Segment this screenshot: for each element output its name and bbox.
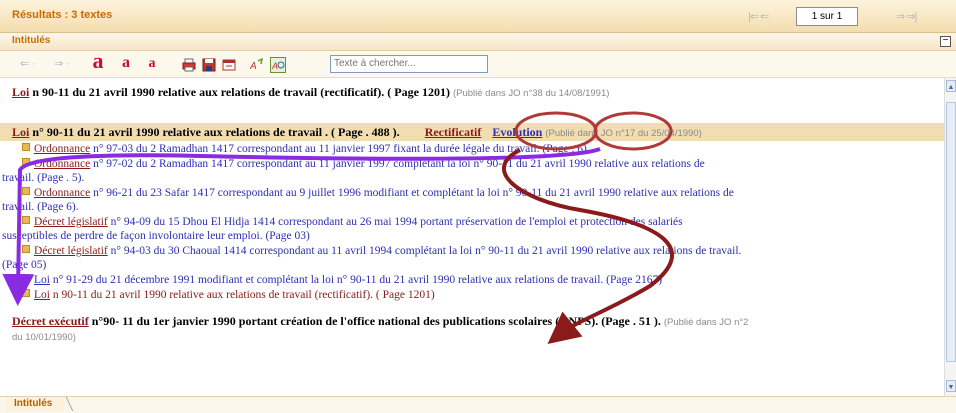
bottom-tab-bar: Intitulés xyxy=(0,396,956,413)
list-item: Ordonnance n° 97-03 du 2 Ramadhan 1417 c… xyxy=(22,142,938,156)
print-icon[interactable] xyxy=(182,58,196,72)
list-item-continuation: (Page 05) xyxy=(2,259,47,271)
subitem-type-link[interactable]: Ordonnance xyxy=(34,158,90,170)
entry-2-type-link[interactable]: Loi xyxy=(12,125,29,139)
back-arrow-icon[interactable]: ⇐ · xyxy=(14,55,42,73)
font-increase-icon[interactable]: a xyxy=(88,50,108,72)
bullet-icon xyxy=(22,289,30,297)
forward-arrow-icon[interactable]: ⇒ · xyxy=(48,55,76,73)
subitem-type-link[interactable]: Loi xyxy=(34,274,50,286)
bullet-icon xyxy=(22,187,30,195)
list-item: Loi n 90-11 du 21 avril 1990 relative au… xyxy=(22,288,938,302)
result-entry-1: Loi n 90-11 du 21 avril 1990 relative au… xyxy=(12,85,938,101)
font-decrease-icon[interactable]: a xyxy=(144,55,160,73)
subitem-type-link[interactable]: Décret législatif xyxy=(34,245,108,257)
save-icon[interactable] xyxy=(202,58,216,72)
subitem-type-link[interactable]: Décret législatif xyxy=(34,216,108,228)
svg-text:A: A xyxy=(271,61,278,71)
scroll-down-icon[interactable]: ▼ xyxy=(946,380,956,392)
subitem-text: n 90-11 du 21 avril 1990 relative aux re… xyxy=(49,289,435,301)
subitem-text: n° 94-03 du 30 Chaoual 1414 correspondan… xyxy=(107,245,742,257)
list-item-continuation: travail. (Page . 5). xyxy=(2,172,85,184)
subitem-type-link[interactable]: Ordonnance xyxy=(34,187,90,199)
list-item: Ordonnance n° 96-21 du 23 Safar 1417 cor… xyxy=(22,186,938,200)
subitem-text: n° 97-02 du 2 Ramadhan 1417 correspondan… xyxy=(90,158,705,170)
entry-1-text: n 90-11 du 21 avril 1990 relative aux re… xyxy=(29,85,450,99)
list-item: Ordonnance n° 97-02 du 2 Ramadhan 1417 c… xyxy=(22,157,938,171)
results-list: Loi n 90-11 du 21 avril 1990 relative au… xyxy=(0,78,944,396)
list-item-continuation: susceptibles de perdre de façon involont… xyxy=(2,230,310,242)
list-item: Loi n° 91-29 du 21 décembre 1991 modifia… xyxy=(22,273,938,287)
subitem-type-link[interactable]: Ordonnance xyxy=(34,143,90,155)
bullet-icon xyxy=(22,216,30,224)
subitem-text: n° 94-09 du 15 Dhou El Hidja 1414 corres… xyxy=(107,216,683,228)
results-title: Résultats : 3 textes xyxy=(12,9,113,21)
first-prev-page-icon[interactable]: |⇐ ⇐ xyxy=(748,10,769,23)
entry-3-text: n°90- 11 du 1er janvier 1990 portant cré… xyxy=(88,314,661,328)
vertical-scrollbar[interactable]: ▲ ▼ xyxy=(944,78,956,396)
entry-3-publication-date: du 10/01/1990) xyxy=(12,332,76,343)
entry-1-publication: (Publié dans JO n°38 du 14/08/1991) xyxy=(452,88,610,99)
page-indicator: 1 sur 1 xyxy=(796,7,858,26)
search-input[interactable] xyxy=(330,55,488,73)
list-item: Décret législatif n° 94-09 du 15 Dhou El… xyxy=(22,215,938,229)
highlight-search-icon[interactable]: A xyxy=(250,58,264,72)
subitem-type-link[interactable]: Loi xyxy=(34,289,50,301)
entry-3-type-link[interactable]: Décret exécutif xyxy=(12,314,89,328)
entry-2-publication: (Publié dans JO n°17 du 25/04/1990) xyxy=(545,128,702,139)
entry-1-type-link[interactable]: Loi xyxy=(12,85,29,99)
entry-3-publication-cont: du 10/01/1990) xyxy=(12,329,938,345)
svg-text:A: A xyxy=(250,61,257,72)
next-last-page-icon[interactable]: ⇒ ⇒| xyxy=(896,10,917,23)
intitules-header: Intitulés − xyxy=(0,33,956,51)
font-normal-icon[interactable]: a xyxy=(118,54,134,72)
subitem-text: n° 91-29 du 21 décembre 1991 modifiant e… xyxy=(49,274,663,286)
evolution-link[interactable]: Evolution xyxy=(492,125,542,139)
window-icon[interactable] xyxy=(222,58,236,72)
result-entry-3: Décret exécutif n°90- 11 du 1er janvier … xyxy=(12,314,938,330)
rectificatif-link[interactable]: Rectificatif xyxy=(425,125,482,139)
bullet-icon xyxy=(22,245,30,253)
subitem-text: n° 97-03 du 2 Ramadhan 1417 correspondan… xyxy=(90,143,590,155)
subitem-text: n° 96-21 du 23 Safar 1417 correspondant … xyxy=(90,187,734,199)
results-bar: Résultats : 3 textes |⇐ ⇐ 1 sur 1 ⇒ ⇒| xyxy=(0,0,956,33)
bullet-icon xyxy=(22,143,30,151)
bullet-icon xyxy=(22,158,30,166)
collapse-icon[interactable]: − xyxy=(940,36,951,47)
list-item: Décret législatif n° 94-03 du 30 Chaoual… xyxy=(22,244,938,258)
scroll-thumb[interactable] xyxy=(946,102,956,362)
scroll-up-icon[interactable]: ▲ xyxy=(946,80,956,92)
list-item-continuation: travail. (Page 6). xyxy=(2,201,79,213)
tab-intitules[interactable]: Intitulés xyxy=(6,397,65,411)
entry-3-publication: (Publié dans JO n°2 xyxy=(663,317,749,328)
bullet-icon xyxy=(22,274,30,282)
section-title: Intitulés xyxy=(12,35,51,46)
search-text-icon[interactable]: A xyxy=(270,57,286,73)
result-entry-2: Loi n° 90-11 du 21 avril 1990 relative a… xyxy=(12,125,938,141)
entry-2-text: n° 90-11 du 21 avril 1990 relative aux r… xyxy=(29,125,400,139)
